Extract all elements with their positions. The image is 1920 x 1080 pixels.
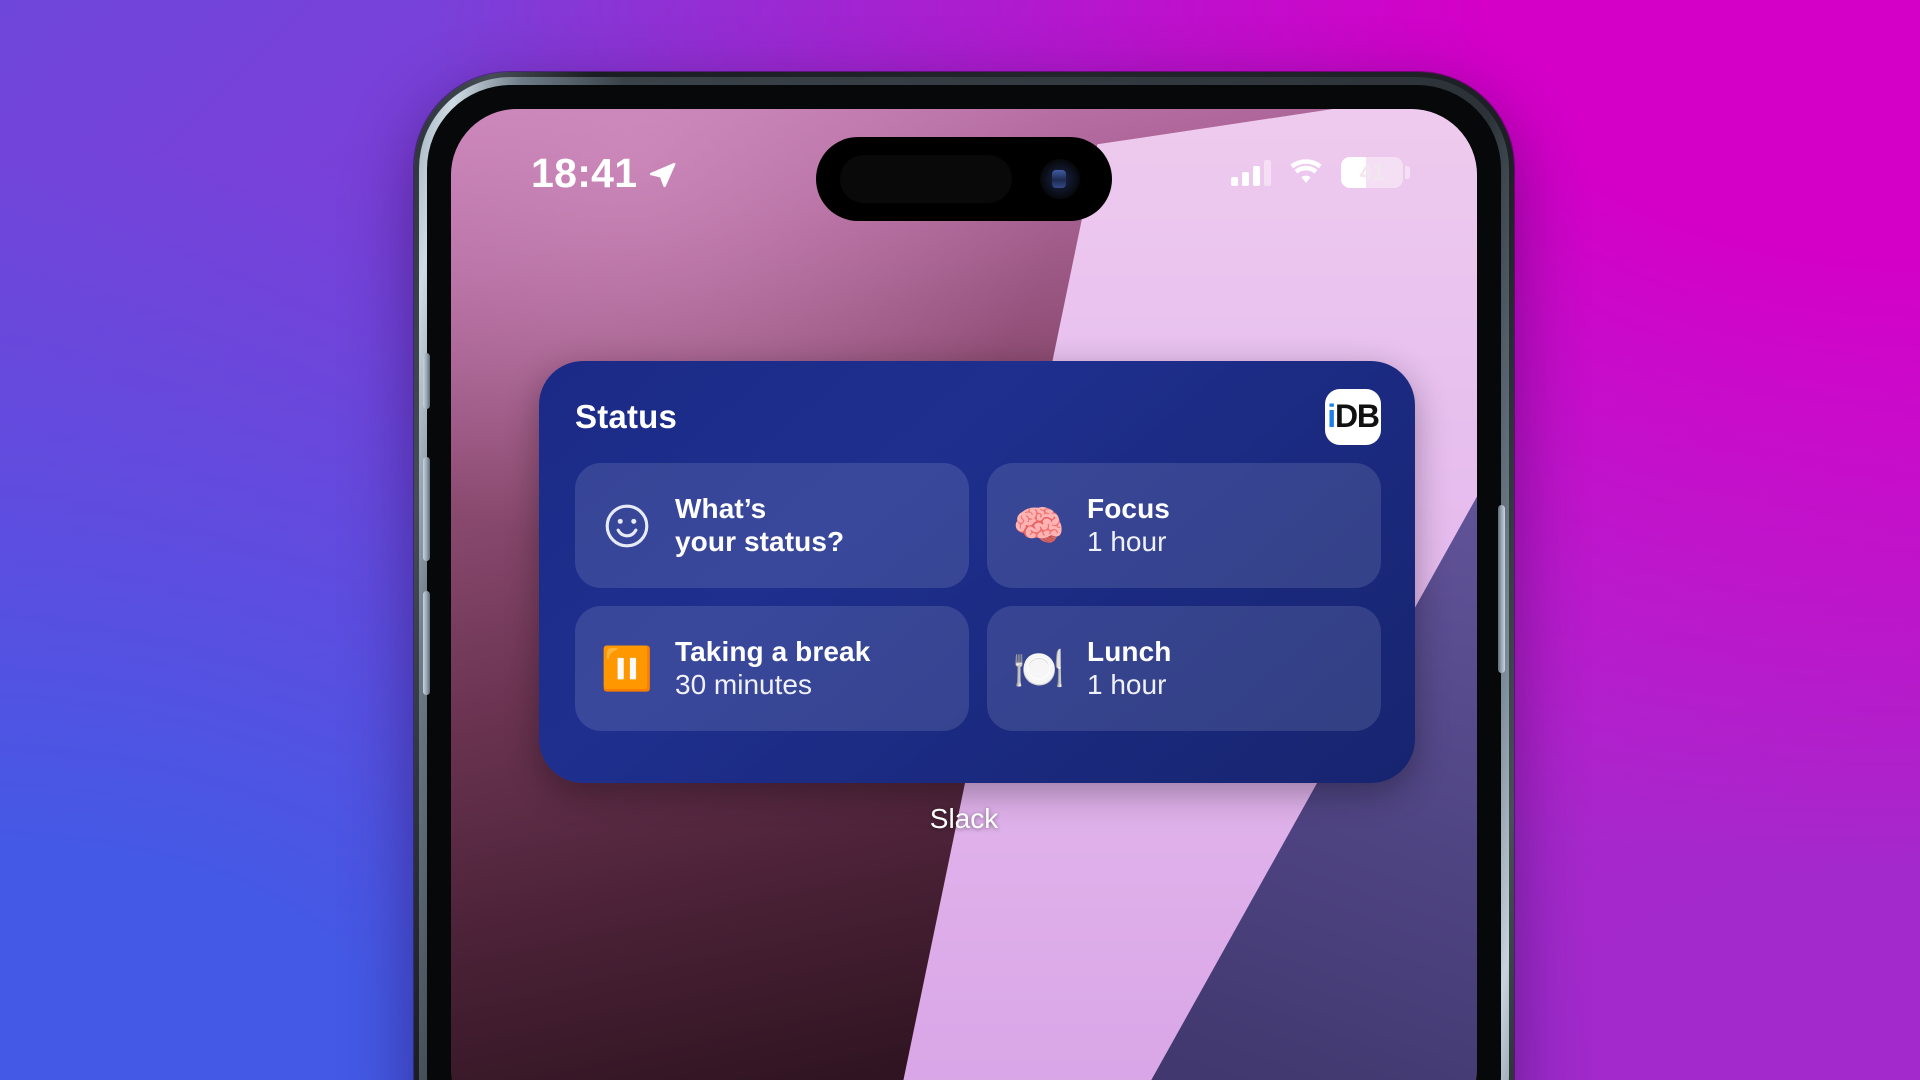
tile-text: Lunch 1 hour	[1087, 636, 1172, 701]
tile-text: Taking a break 30 minutes	[675, 636, 870, 701]
ringer-switch[interactable]	[423, 353, 430, 409]
dynamic-island-sensor-pill	[840, 155, 1012, 203]
fork-plate-knife-emoji: 🍽️	[1012, 644, 1066, 692]
wifi-icon	[1290, 159, 1322, 183]
front-camera-icon	[1040, 159, 1080, 199]
idb-logo-db: DB	[1334, 398, 1380, 434]
battery-percent-label: 41	[1359, 159, 1385, 185]
tile-title: What’s your status?	[675, 493, 845, 557]
status-tile-focus[interactable]: 🧠 Focus 1 hour	[987, 463, 1381, 588]
tile-subtitle: 1 hour	[1087, 525, 1167, 557]
iphone-device: 18:41 41 Status i DB What’s your status?…	[414, 72, 1514, 1080]
page-background: 18:41 41 Status i DB What’s your status?…	[0, 0, 1920, 1080]
status-tile-taking-a-break[interactable]: ⏸️ Taking a break 30 minutes	[575, 606, 969, 731]
pause-button-emoji: ⏸️	[600, 644, 654, 692]
battery-indicator: 41	[1341, 157, 1410, 188]
widget-app-label: Slack	[929, 803, 999, 834]
status-tile-whats-your-status[interactable]: What’s your status?	[575, 463, 969, 588]
device-bezel: 18:41 41 Status i DB What’s your status?…	[423, 85, 1505, 1080]
tile-title: Focus	[1087, 493, 1170, 525]
brain-emoji: 🧠	[1012, 501, 1066, 549]
status-bar-clock: 18:41	[531, 150, 638, 196]
status-bar-right: 41	[1231, 157, 1410, 188]
tile-subtitle: 1 hour	[1087, 668, 1167, 700]
tile-text: What’s your status?	[675, 493, 844, 558]
volume-down-button[interactable]	[423, 591, 430, 695]
location-arrow-icon	[650, 162, 676, 187]
tile-title: Lunch	[1087, 636, 1172, 668]
cellular-bars-icon	[1231, 159, 1271, 186]
idb-logo: i DB	[1325, 389, 1381, 445]
tile-subtitle: 30 minutes	[675, 668, 812, 700]
tile-title: Taking a break	[675, 636, 871, 668]
power-button[interactable]	[1498, 505, 1505, 673]
status-tile-grid: What’s your status? 🧠 Focus 1 hour ⏸️ Ta…	[575, 463, 1381, 731]
slack-status-widget[interactable]: Status i DB What’s your status? 🧠 Focus …	[539, 361, 1415, 783]
tile-text: Focus 1 hour	[1087, 493, 1170, 558]
volume-up-button[interactable]	[423, 457, 430, 561]
status-tile-lunch[interactable]: 🍽️ Lunch 1 hour	[987, 606, 1381, 731]
widget-title: Status	[575, 398, 678, 435]
widget-header: Status i DB	[575, 389, 1381, 445]
device-screen[interactable]: 18:41 41 Status i DB What’s your status?…	[451, 109, 1477, 1080]
idb-logo-i: i	[1327, 398, 1336, 434]
dynamic-island[interactable]	[816, 137, 1112, 221]
status-bar-left: 18:41	[531, 153, 677, 194]
smiley-face-icon	[601, 500, 653, 552]
